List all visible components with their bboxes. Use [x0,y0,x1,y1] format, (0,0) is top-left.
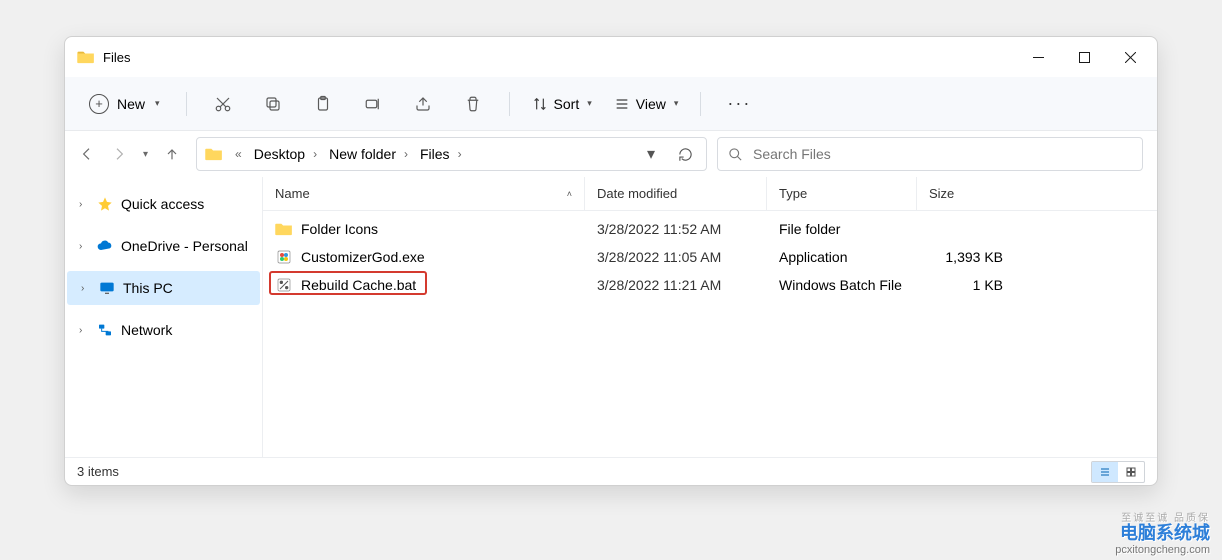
cut-button[interactable] [203,84,243,124]
paste-button[interactable] [303,84,343,124]
file-type: File folder [767,221,917,237]
sidebar-item-onedrive[interactable]: › OneDrive - Personal [65,229,262,263]
close-button[interactable] [1107,37,1153,77]
forward-button[interactable] [111,146,127,162]
view-toggle [1091,461,1145,483]
expand-icon: › [79,241,89,252]
address-dropdown[interactable]: ▾ [636,144,666,164]
address-bar[interactable]: « Desktop› New folder› Files› ▾ [196,137,707,171]
breadcrumb-item[interactable]: Desktop› [250,146,321,162]
sort-icon [532,96,548,112]
expand-icon: › [81,283,91,294]
sort-asc-icon: ˄ [567,189,572,199]
column-date[interactable]: Date modified [585,177,767,210]
refresh-button[interactable] [670,147,700,162]
status-text: 3 items [77,464,119,479]
toolbar: + New ▾ Sort ▾ View ▾ ··· [65,77,1157,131]
content-area: Name˄ Date modified Type Size Folder Ico… [263,177,1157,457]
share-button[interactable] [403,84,443,124]
up-button[interactable] [164,146,180,162]
chevron-down-icon: ▾ [674,98,679,109]
file-date: 3/28/2022 11:05 AM [585,249,767,265]
sidebar: › Quick access › OneDrive - Personal › T… [65,177,263,457]
sidebar-item-label: Quick access [121,196,204,212]
chevron-right-icon: › [313,147,317,161]
file-size: 1 KB [917,277,1015,293]
copy-button[interactable] [253,84,293,124]
bat-icon [275,276,293,294]
file-name: CustomizerGod.exe [301,249,425,265]
sidebar-item-label: OneDrive - Personal [121,238,248,254]
file-row[interactable]: Folder Icons 3/28/2022 11:52 AM File fol… [263,215,1157,243]
star-icon [97,196,113,212]
folder-icon [275,220,293,238]
exe-icon [275,248,293,266]
sidebar-item-label: This PC [123,280,173,296]
search-icon [728,147,743,162]
file-type: Application [767,249,917,265]
column-type[interactable]: Type [767,177,917,210]
file-name: Folder Icons [301,221,378,237]
search-input[interactable] [753,146,1132,162]
new-label: New [117,96,145,112]
file-row[interactable]: CustomizerGod.exe 3/28/2022 11:05 AM App… [263,243,1157,271]
new-button[interactable]: + New ▾ [79,88,170,120]
window-controls [1015,37,1153,77]
breadcrumb-item[interactable]: Files› [416,146,466,162]
sidebar-item-quick-access[interactable]: › Quick access [65,187,262,221]
window-title: Files [103,50,130,65]
chevron-right-icon: › [458,147,462,161]
network-icon [97,322,113,338]
file-type: Windows Batch File [767,277,917,293]
view-button[interactable]: View ▾ [608,96,685,112]
expand-icon: › [79,199,89,210]
breadcrumb-item[interactable]: New folder› [325,146,412,162]
folder-icon [77,50,95,64]
body: › Quick access › OneDrive - Personal › T… [65,177,1157,457]
statusbar: 3 items [65,457,1157,485]
maximize-button[interactable] [1061,37,1107,77]
recent-dropdown[interactable]: ▾ [143,149,148,160]
cloud-icon [97,238,113,254]
sort-button[interactable]: Sort ▾ [526,96,598,112]
back-button[interactable] [79,146,95,162]
chevron-right-icon: › [404,147,408,161]
view-label: View [636,96,666,112]
sidebar-item-this-pc[interactable]: › This PC [67,271,260,305]
column-size[interactable]: Size [917,177,1015,210]
sidebar-item-network[interactable]: › Network [65,313,262,347]
explorer-window: Files + New ▾ Sort ▾ View ▾ [64,36,1158,486]
rename-button[interactable] [353,84,393,124]
plus-icon: + [89,94,109,114]
sidebar-item-label: Network [121,322,172,338]
chevron-down-icon: ▾ [155,98,160,109]
thumbnails-view-button[interactable] [1118,462,1144,482]
sort-label: Sort [554,96,580,112]
chevron-down-icon: ▾ [587,98,592,109]
search-box[interactable] [717,137,1143,171]
minimize-button[interactable] [1015,37,1061,77]
file-list: Folder Icons 3/28/2022 11:52 AM File fol… [263,211,1157,299]
titlebar: Files [65,37,1157,77]
file-name: Rebuild Cache.bat [301,277,416,293]
expand-icon: › [79,325,89,336]
navbar: ▾ « Desktop› New folder› Files› ▾ [65,131,1157,177]
column-name[interactable]: Name˄ [263,177,585,210]
chevron-right-icon: « [235,147,242,161]
folder-icon [205,147,223,161]
watermark: 至诚至诚 品质保 电脑系统城 pcxitongcheng.com [1115,513,1210,556]
monitor-icon [99,280,115,296]
file-date: 3/28/2022 11:21 AM [585,277,767,293]
more-button[interactable]: ··· [717,93,761,114]
file-row[interactable]: Rebuild Cache.bat 3/28/2022 11:21 AM Win… [263,271,1157,299]
details-view-button[interactable] [1092,462,1118,482]
column-headers: Name˄ Date modified Type Size [263,177,1157,211]
file-size: 1,393 KB [917,249,1015,265]
file-date: 3/28/2022 11:52 AM [585,221,767,237]
view-icon [614,96,630,112]
delete-button[interactable] [453,84,493,124]
